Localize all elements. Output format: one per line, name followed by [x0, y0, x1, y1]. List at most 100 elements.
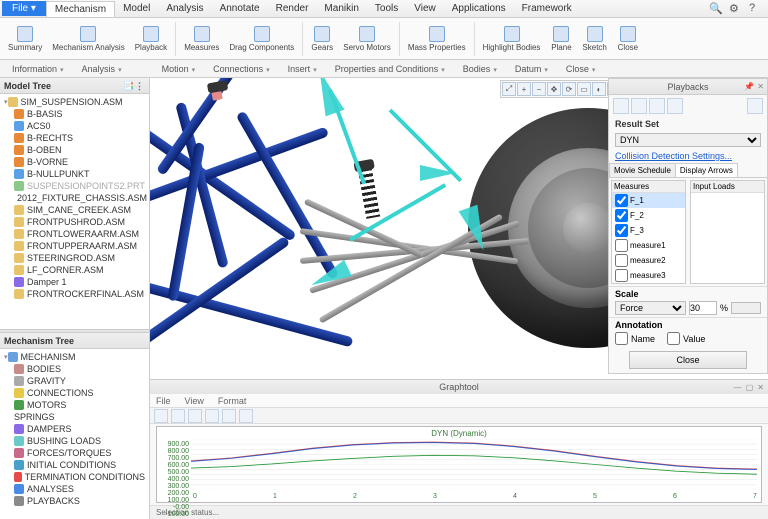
- close-icon[interactable]: ✕: [757, 82, 764, 91]
- tab-annotate[interactable]: Annotate: [212, 1, 268, 16]
- tree-item[interactable]: 2012_FIXTURE_CHASSIS.ASM: [2, 192, 147, 204]
- view-icon[interactable]: ▭: [577, 82, 591, 96]
- graph-tool-5[interactable]: [222, 409, 236, 423]
- tree-item[interactable]: TERMINATION CONDITIONS: [2, 471, 147, 483]
- annotation-name-check[interactable]: Name: [615, 332, 655, 345]
- group-bodies[interactable]: Bodies: [455, 64, 505, 74]
- tab-analysis[interactable]: Analysis: [158, 1, 211, 16]
- play-icon[interactable]: [613, 98, 629, 114]
- tree-item[interactable]: FRONTROCKERFINAL.ASM: [2, 288, 147, 300]
- graph-menu-view[interactable]: View: [185, 396, 204, 406]
- minimize-icon[interactable]: —: [734, 383, 742, 392]
- tree-item[interactable]: ACS0: [2, 120, 147, 132]
- tree-item[interactable]: B-BASIS: [2, 108, 147, 120]
- group-motion[interactable]: Motion: [154, 64, 204, 74]
- export-icon[interactable]: [667, 98, 683, 114]
- ribbon-plane[interactable]: Plane: [546, 20, 576, 58]
- input-loads-list[interactable]: Input Loads: [690, 180, 765, 284]
- settings-icon[interactable]: ⚙: [729, 2, 743, 16]
- tree-item[interactable]: PLAYBACKS: [2, 495, 147, 507]
- tab-model[interactable]: Model: [115, 1, 158, 16]
- ribbon-servo-motors[interactable]: Servo Motors: [339, 20, 395, 58]
- tree-item[interactable]: B-RECHTS: [2, 132, 147, 144]
- open-icon[interactable]: [631, 98, 647, 114]
- tab-framework[interactable]: Framework: [514, 1, 580, 16]
- group-insert[interactable]: Insert: [280, 64, 325, 74]
- file-menu[interactable]: File ▾: [2, 1, 46, 16]
- scale-slider[interactable]: [731, 302, 761, 314]
- tree-item[interactable]: ▾ MECHANISM: [2, 351, 147, 363]
- measure-item[interactable]: measure1: [612, 238, 685, 253]
- group-properties-and-conditions[interactable]: Properties and Conditions: [327, 64, 453, 74]
- tree-item[interactable]: BODIES: [2, 363, 147, 375]
- tab-movie-schedule[interactable]: Movie Schedule: [609, 163, 676, 177]
- measure-item[interactable]: F_2: [612, 208, 685, 223]
- tree-item[interactable]: CONNECTIONS: [2, 387, 147, 399]
- group-close[interactable]: Close: [558, 64, 604, 74]
- tree-item[interactable]: FRONTUPPERAARM.ASM: [2, 240, 147, 252]
- tree-item[interactable]: STEERINGROD.ASM: [2, 252, 147, 264]
- tree-item[interactable]: DAMPERS: [2, 423, 147, 435]
- pin-icon[interactable]: 📌: [744, 82, 754, 91]
- playback-close-button[interactable]: Close: [629, 351, 747, 369]
- tab-view[interactable]: View: [406, 1, 444, 16]
- group-information[interactable]: Information: [4, 64, 72, 74]
- tree-filter-icon[interactable]: 📑: [123, 81, 133, 91]
- tab-display-arrows[interactable]: Display Arrows: [675, 163, 738, 177]
- delete-icon[interactable]: [747, 98, 763, 114]
- tab-manikin[interactable]: Manikin: [316, 1, 366, 16]
- tree-item[interactable]: B-OBEN: [2, 144, 147, 156]
- tab-mechanism[interactable]: Mechanism: [46, 1, 115, 17]
- close-icon[interactable]: ✕: [757, 383, 764, 392]
- annotation-value-check[interactable]: Value: [667, 332, 705, 345]
- pan-icon[interactable]: ✥: [547, 82, 561, 96]
- ribbon-drag-components[interactable]: Drag Components: [225, 20, 298, 58]
- graph-tool-4[interactable]: [205, 409, 219, 423]
- tree-item[interactable]: FRONTLOWERAARM.ASM: [2, 228, 147, 240]
- graph-tool-3[interactable]: [188, 409, 202, 423]
- ribbon-summary[interactable]: Summary: [4, 20, 46, 58]
- tree-item[interactable]: FRONTPUSHROD.ASM: [2, 216, 147, 228]
- tab-applications[interactable]: Applications: [444, 1, 514, 16]
- tree-item[interactable]: B-NULLPUNKT: [2, 168, 147, 180]
- scale-value-input[interactable]: [689, 301, 717, 315]
- rotate-icon[interactable]: ⟳: [562, 82, 576, 96]
- measure-item[interactable]: F_1: [612, 193, 685, 208]
- refit-icon[interactable]: ⤢: [502, 82, 516, 96]
- tab-render[interactable]: Render: [268, 1, 317, 16]
- search-icon[interactable]: 🔍: [709, 2, 723, 16]
- ribbon-playback[interactable]: Playback: [131, 20, 171, 58]
- tree-item[interactable]: ▾ SIM_SUSPENSION.ASM: [2, 96, 147, 108]
- ribbon-close[interactable]: Close: [613, 20, 643, 58]
- tree-item[interactable]: INITIAL CONDITIONS: [2, 459, 147, 471]
- ribbon-mass-properties[interactable]: Mass Properties: [404, 20, 470, 58]
- graph-tool-6[interactable]: [239, 409, 253, 423]
- ribbon-highlight-bodies[interactable]: Highlight Bodies: [479, 20, 545, 58]
- measures-list[interactable]: Measures F_1F_2F_3measure1measure2measur…: [611, 180, 686, 284]
- tree-item[interactable]: ANALYSES: [2, 483, 147, 495]
- scale-type-select[interactable]: Force: [615, 301, 686, 315]
- measure-item[interactable]: measure2: [612, 253, 685, 268]
- ribbon-measures[interactable]: Measures: [180, 20, 223, 58]
- tree-settings-icon[interactable]: ⋮: [135, 81, 145, 91]
- graph-tool-2[interactable]: [171, 409, 185, 423]
- graph-menu-file[interactable]: File: [156, 396, 171, 406]
- graph-plot-area[interactable]: DYN (Dynamic) 900.00800.00700.00600.0050…: [156, 426, 762, 503]
- tree-item[interactable]: GRAVITY: [2, 375, 147, 387]
- shade-icon[interactable]: ◐: [592, 82, 606, 96]
- help-icon[interactable]: ?: [749, 2, 763, 16]
- collision-settings-link[interactable]: Collision Detection Settings...: [609, 149, 767, 163]
- ribbon-sketch[interactable]: Sketch: [578, 20, 610, 58]
- group-datum-[interactable]: Datum: [507, 64, 556, 74]
- graph-menu-format[interactable]: Format: [218, 396, 247, 406]
- tree-item[interactable]: BUSHING LOADS: [2, 435, 147, 447]
- group-connections[interactable]: Connections: [205, 64, 278, 74]
- save-icon[interactable]: [649, 98, 665, 114]
- group-analysis-[interactable]: Analysis: [74, 64, 130, 74]
- tree-item[interactable]: SIM_CANE_CREEK.ASM: [2, 204, 147, 216]
- tree-item[interactable]: LF_CORNER.ASM: [2, 264, 147, 276]
- maximize-icon[interactable]: ▢: [746, 383, 754, 392]
- ribbon-mechanism-analysis[interactable]: Mechanism Analysis: [48, 20, 128, 58]
- zoom-in-icon[interactable]: +: [517, 82, 531, 96]
- model-tree[interactable]: ▾ SIM_SUSPENSION.ASMB-BASISACS0B-RECHTSB…: [0, 94, 149, 329]
